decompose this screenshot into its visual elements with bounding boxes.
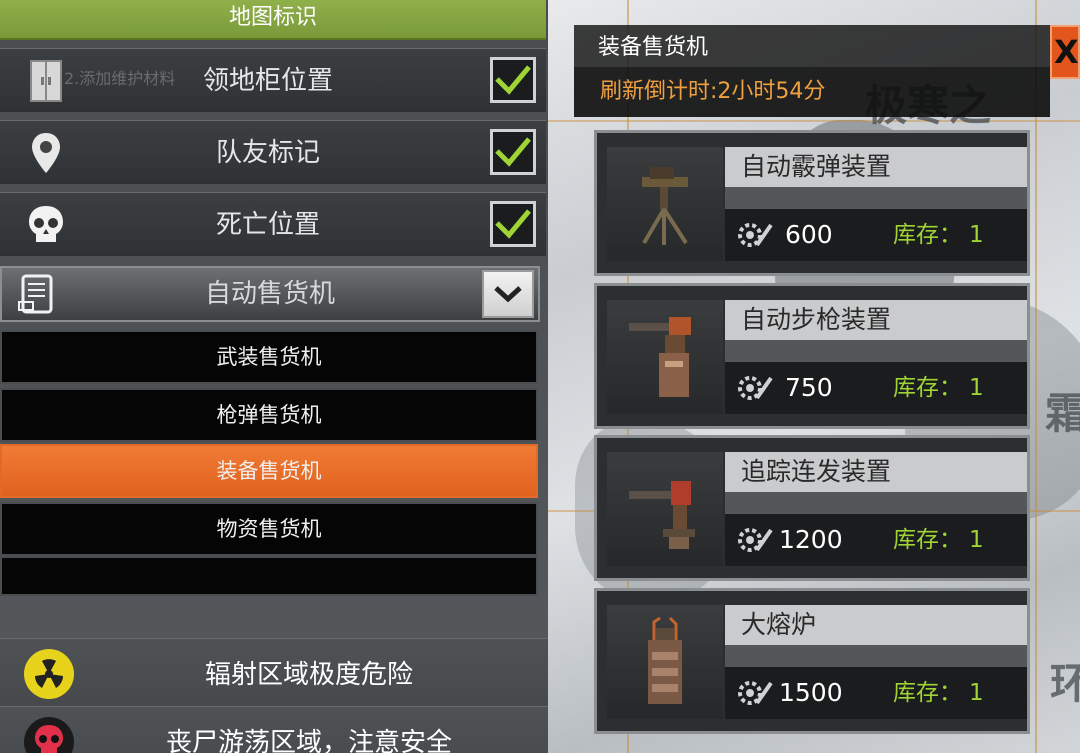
parts-currency-icon: [738, 528, 773, 552]
shop-item-card[interactable]: 大熔炉 1500 库存： 1: [594, 588, 1030, 734]
zombie-skull-icon: [24, 717, 74, 753]
shop-item-card[interactable]: 自动霰弹装置 600 库存： 1: [594, 130, 1030, 276]
parts-currency-icon: [738, 376, 773, 400]
close-button[interactable]: X: [1050, 25, 1080, 79]
auto-shotgun-turret-icon: [607, 147, 723, 261]
toggle-row-teammates[interactable]: 队友标记: [0, 120, 546, 184]
toggle-label: 队友标记: [215, 138, 320, 168]
toggle-label: 死亡位置: [215, 210, 320, 240]
teammates-checkbox[interactable]: [490, 129, 536, 175]
vending-machine-dropdown[interactable]: 自动售货机: [0, 266, 540, 322]
cabinet-checkbox[interactable]: [490, 57, 536, 103]
stock-count: 1: [969, 375, 984, 401]
item-info: 1500 库存： 1: [725, 667, 1027, 719]
item-price: 750: [785, 373, 833, 402]
item-divider: [725, 187, 1027, 209]
checkmark-icon: [495, 209, 531, 239]
refresh-countdown: 刷新倒计时:2小时54分: [574, 67, 1050, 117]
item-info: 1200 库存： 1: [725, 514, 1027, 566]
legend-label: 丧尸游荡区域，注意安全: [165, 728, 452, 753]
item-divider: [725, 645, 1027, 667]
dropdown-option-armed[interactable]: 武装售货机: [0, 330, 538, 384]
stock-count: 1: [969, 222, 984, 248]
stock-label: 库存：: [893, 527, 962, 553]
checkmark-icon: [495, 137, 531, 167]
stock-label: 库存：: [893, 222, 962, 248]
radiation-icon: [24, 649, 74, 699]
stock-count: 1: [969, 680, 984, 706]
dropdown-option-equipment[interactable]: 装备售货机: [0, 444, 538, 498]
parts-currency-icon: [738, 681, 773, 705]
shop-title: 装备售货机: [574, 25, 1050, 67]
dropdown-label: 自动售货机: [204, 279, 335, 309]
tracking-burst-turret-icon: [607, 452, 723, 566]
item-name: 追踪连发装置: [725, 452, 1027, 492]
vending-shop-panel: 装备售货机 刷新倒计时:2小时54分 自动霰弹装置 600 库存： 1 自动步枪…: [574, 25, 1050, 753]
toggle-row-death[interactable]: 死亡位置: [0, 192, 546, 256]
item-price: 1500: [779, 678, 843, 707]
dropdown-toggle-button[interactable]: [482, 270, 534, 318]
dropdown-option-empty: [0, 556, 538, 596]
vending-machine-icon: [12, 270, 62, 318]
checkmark-icon: [495, 65, 531, 95]
death-checkbox[interactable]: [490, 201, 536, 247]
stock-label: 库存：: [893, 375, 962, 401]
parts-currency-icon: [738, 223, 773, 247]
toggle-label: 领地柜位置: [202, 66, 333, 96]
item-info: 600 库存： 1: [725, 209, 1027, 261]
item-name: 大熔炉: [725, 605, 1027, 645]
stock-label: 库存：: [893, 680, 962, 706]
stock-count: 1: [969, 527, 984, 553]
map-markers-panel: 地图标识 2.添加维护材料 领地柜位置 队友标记 死亡位置 自动售货机 武装售货…: [0, 0, 548, 753]
skull-icon: [18, 201, 74, 249]
map-region-label: 霜: [1045, 389, 1080, 438]
chevron-down-icon: [494, 286, 522, 303]
dropdown-option-supplies[interactable]: 物资售货机: [0, 502, 538, 556]
item-price: 1200: [779, 525, 843, 554]
legend-row-radiation: 辐射区域极度危险: [0, 638, 548, 710]
item-price: 600: [785, 220, 833, 249]
map-region-label: 环: [1050, 659, 1080, 708]
toggle-row-cabinet[interactable]: 2.添加维护材料 领地柜位置: [0, 48, 546, 112]
item-name: 自动霰弹装置: [725, 147, 1027, 187]
panel-title: 地图标识: [0, 0, 546, 40]
shop-item-card[interactable]: 追踪连发装置 1200 库存： 1: [594, 435, 1030, 581]
furnace-icon: [607, 605, 723, 719]
item-info: 750 库存： 1: [725, 362, 1027, 414]
dropdown-option-ammo[interactable]: 枪弹售货机: [0, 388, 538, 442]
legend-label: 辐射区域极度危险: [204, 660, 413, 690]
location-pin-icon: [18, 129, 74, 177]
item-name: 自动步枪装置: [725, 300, 1027, 340]
item-divider: [725, 492, 1027, 514]
auto-rifle-turret-icon: [607, 300, 723, 414]
item-divider: [725, 340, 1027, 362]
legend-row-zombie: 丧尸游荡区域，注意安全: [0, 706, 548, 753]
shop-item-card[interactable]: 自动步枪装置 750 库存： 1: [594, 283, 1030, 429]
